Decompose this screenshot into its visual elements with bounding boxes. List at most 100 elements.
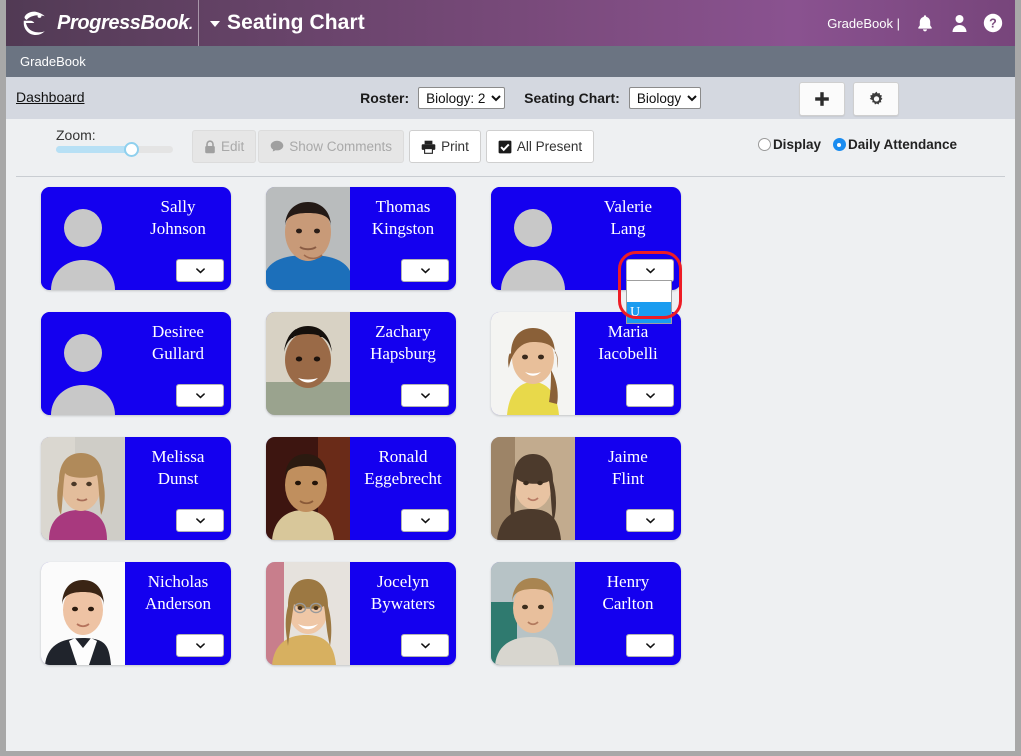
lock-icon	[205, 139, 215, 153]
header-user-label: GradeBook |	[827, 15, 900, 31]
student-card[interactable]: Thomas Kingston	[266, 187, 456, 290]
mode-option-daily-attendance[interactable]: Daily Attendance	[832, 137, 957, 152]
attendance-select[interactable]	[176, 384, 224, 407]
student-photo	[491, 562, 575, 665]
chevron-down-icon	[195, 642, 205, 649]
chevron-down-icon	[645, 392, 655, 399]
student-card[interactable]: Jaime Flint	[491, 437, 681, 540]
student-card[interactable]: Desiree Gullard	[41, 312, 231, 415]
print-button[interactable]: Print	[409, 130, 481, 163]
progressbook-logo[interactable]: ProgressBook.	[6, 0, 198, 46]
checkbox-checked-icon	[498, 140, 512, 153]
student-card[interactable]: Henry Carlton	[491, 562, 681, 665]
page-title-group[interactable]: Seating Chart	[199, 11, 827, 35]
attendance-select[interactable]	[176, 509, 224, 532]
chevron-down-icon	[420, 267, 430, 274]
mode-option-display[interactable]: Display	[757, 137, 821, 152]
attendance-dropdown-list[interactable]: U	[626, 280, 672, 324]
student-card[interactable]: Zachary Hapsburg	[266, 312, 456, 415]
user-placeholder-icon	[51, 334, 115, 415]
attendance-select-open[interactable]: U	[618, 251, 682, 324]
student-card-body: Maria Iacobelli	[575, 312, 681, 415]
radio-daily-attendance-icon[interactable]	[832, 138, 846, 151]
selector-actions	[799, 82, 899, 116]
selector-group: Roster: Biology: 2 Seating Chart: Biolog…	[320, 87, 701, 109]
seating-chart-select[interactable]: Biology	[628, 87, 701, 109]
show-comments-button[interactable]: Show Comments	[258, 130, 405, 163]
user-icon[interactable]	[948, 12, 970, 34]
bell-icon[interactable]	[914, 12, 936, 34]
student-card[interactable]: Valerie Lang U	[491, 187, 682, 324]
attendance-select[interactable]	[401, 259, 449, 282]
student-card-body: Valerie Lang U	[575, 187, 682, 324]
attendance-option-u[interactable]: U	[627, 302, 671, 323]
attendance-select[interactable]	[176, 634, 224, 657]
breadcrumb-bar: GradeBook	[6, 46, 1015, 77]
attendance-select[interactable]	[626, 384, 674, 407]
student-name: Desiree Gullard	[152, 322, 204, 363]
mode-radio-group: Display Daily Attendance	[757, 137, 957, 152]
all-present-button[interactable]: All Present	[485, 130, 595, 163]
brand-name: ProgressBook.	[57, 11, 193, 34]
student-card-body: Nicholas Anderson	[125, 562, 231, 665]
student-name: Jaime Flint	[608, 447, 648, 488]
attendance-select[interactable]	[626, 509, 674, 532]
student-card[interactable]: Jocelyn Bywaters	[266, 562, 456, 665]
student-card-body: Jaime Flint	[575, 437, 681, 540]
student-photo	[266, 562, 350, 665]
attendance-select[interactable]	[176, 259, 224, 282]
radio-display-icon[interactable]	[757, 138, 771, 151]
chevron-down-icon	[645, 642, 655, 649]
attendance-select[interactable]	[401, 509, 449, 532]
attendance-select[interactable]	[401, 634, 449, 657]
comment-icon	[270, 140, 284, 152]
student-card-body: Melissa Dunst	[125, 437, 231, 540]
student-name: Zachary Hapsburg	[370, 322, 436, 363]
student-card-body: Ronald Eggebrecht	[350, 437, 456, 540]
attendance-select[interactable]	[626, 634, 674, 657]
edit-button[interactable]: Edit	[192, 130, 257, 163]
attendance-select[interactable]	[401, 384, 449, 407]
seat-row: Melissa Dunst Ronald Eggebrecht Jaime Fl…	[6, 437, 1015, 540]
student-card-body: Jocelyn Bywaters	[350, 562, 456, 665]
zoom-slider[interactable]	[56, 142, 173, 157]
student-photo	[266, 437, 350, 540]
student-avatar-placeholder	[41, 312, 125, 415]
student-name: Nicholas Anderson	[144, 572, 212, 613]
add-seating-chart-button[interactable]	[799, 82, 845, 116]
student-avatar-placeholder	[491, 187, 575, 290]
chevron-down-icon	[195, 392, 205, 399]
seating-chart-settings-button[interactable]	[853, 82, 899, 116]
caret-down-icon[interactable]	[210, 21, 220, 27]
roster-label: Roster:	[360, 90, 410, 106]
student-name: Henry Carlton	[602, 572, 654, 613]
seating-chart-label: Seating Chart:	[524, 90, 620, 106]
svg-text:?: ?	[989, 17, 997, 31]
seat-row: Nicholas Anderson Jocelyn Bywaters Henry…	[6, 562, 1015, 665]
progressbook-logo-icon	[23, 11, 45, 35]
student-name: Thomas Kingston	[371, 197, 435, 238]
student-card-body: Zachary Hapsburg	[350, 312, 456, 415]
user-placeholder-icon	[51, 209, 115, 290]
student-card[interactable]: Maria Iacobelli	[491, 312, 681, 415]
plus-icon	[815, 92, 829, 106]
student-card[interactable]: Nicholas Anderson	[41, 562, 231, 665]
student-card[interactable]: Melissa Dunst	[41, 437, 231, 540]
roster-select[interactable]: Biology: 2	[418, 87, 506, 109]
seat-row: Sally Johnson Thomas Kingston Valerie La…	[6, 187, 1015, 324]
page-title: Seating Chart	[227, 11, 365, 34]
student-photo	[41, 562, 125, 665]
seating-toolbar: Zoom: Edit Show Comments Print All Prese…	[6, 119, 1015, 177]
student-card[interactable]: Ronald Eggebrecht	[266, 437, 456, 540]
student-photo	[41, 437, 125, 540]
chevron-down-icon	[420, 517, 430, 524]
chevron-down-icon	[195, 517, 205, 524]
student-photo	[491, 312, 575, 415]
attendance-option-blank[interactable]	[627, 281, 671, 302]
help-icon[interactable]: ?	[982, 12, 1004, 34]
edit-button-label: Edit	[221, 139, 245, 154]
zoom-slider-handle[interactable]	[123, 142, 139, 157]
dashboard-link[interactable]: Dashboard	[16, 89, 85, 105]
student-card[interactable]: Sally Johnson	[41, 187, 231, 290]
chevron-down-icon	[420, 392, 430, 399]
